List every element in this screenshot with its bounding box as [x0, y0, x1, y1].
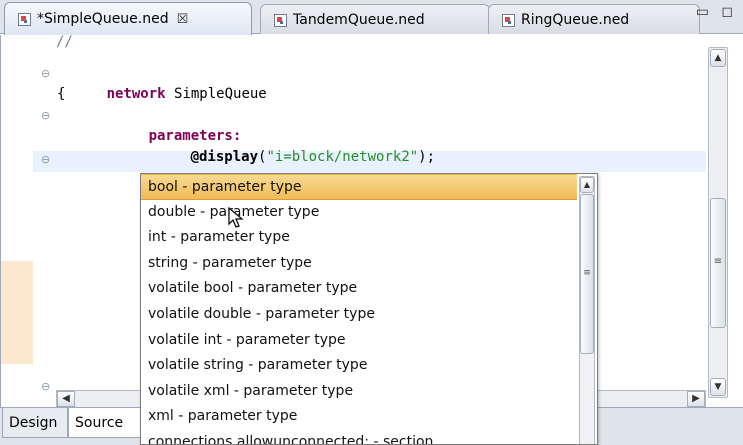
proposal-item[interactable]: bool - parameter type [141, 174, 577, 200]
scroll-up-button[interactable]: ▲ [710, 49, 726, 67]
keyword-network: network [106, 86, 166, 102]
proposal-item[interactable]: volatile int - parameter type [141, 328, 577, 354]
proposal-item[interactable]: int - parameter type [141, 225, 577, 251]
window-controls[interactable]: ▭ ◻ [696, 4, 737, 20]
display-property: @display [190, 149, 259, 165]
paren-close: ); [418, 149, 436, 165]
scroll-thumb[interactable]: ≡ [710, 198, 726, 328]
proposal-item[interactable]: xml - parameter type [141, 404, 577, 430]
tab-ringqueue[interactable]: RingQueue.ned [488, 4, 700, 34]
close-icon[interactable]: ☒ [177, 12, 189, 27]
scroll-thumb[interactable]: ≡ [580, 194, 594, 354]
proposal-item[interactable]: volatile string - parameter type [141, 353, 577, 379]
mouse-pointer-icon [228, 207, 244, 228]
network-name: SimpleQueue [165, 86, 267, 102]
proposal-item[interactable]: volatile xml - parameter type [141, 379, 577, 405]
tab-label: RingQueue.ned [521, 11, 630, 28]
code-line-network: network SimpleQueue [56, 63, 267, 102]
ned-file-icon [17, 12, 31, 26]
fold-collapse-icon[interactable]: ⊖ [41, 380, 50, 393]
proposal-item[interactable]: volatile bool - parameter type [141, 276, 577, 302]
tab-label: *SimpleQueue.ned [37, 11, 169, 27]
code-line-display: @display("i=block/network2"); [140, 126, 435, 165]
vertical-scrollbar[interactable]: ▲ ≡ ▼ [708, 47, 728, 398]
editor-tab-bar: *SimpleQueue.ned ☒ TandemQueue.ned RingQ… [0, 0, 743, 35]
code-line-brace: { [57, 86, 66, 102]
scroll-up-button[interactable]: ▲ [580, 177, 594, 193]
fold-collapse-icon[interactable]: ⊖ [41, 109, 50, 122]
proposal-item[interactable]: volatile double - parameter type [141, 302, 577, 328]
fold-collapse-icon[interactable]: ⊖ [41, 153, 50, 166]
tab-tandemqueue[interactable]: TandemQueue.ned [260, 4, 490, 34]
proposal-item[interactable]: connections allowunconnected: - section [141, 430, 577, 444]
tab-label: TandemQueue.ned [293, 11, 425, 28]
code-line-parameters: parameters: [98, 105, 242, 144]
proposal-scrollbar[interactable]: ▲ ≡ [579, 176, 595, 444]
scroll-down-button[interactable]: ▼ [710, 378, 726, 396]
ned-file-icon [273, 13, 287, 27]
proposal-list[interactable]: bool - parameter type double - parameter… [141, 174, 577, 444]
scroll-left-button[interactable]: ◀ [57, 391, 75, 407]
tab-design[interactable]: Design [2, 408, 68, 438]
proposal-item[interactable]: string - parameter type [141, 251, 577, 277]
code-comment: // [56, 34, 73, 50]
tab-source[interactable]: Source [68, 408, 148, 438]
content-assist-popup[interactable]: bool - parameter type double - parameter… [140, 173, 598, 445]
fold-collapse-icon[interactable]: ⊖ [41, 67, 50, 80]
gutter-highlight [1, 261, 33, 364]
tab-simplequeue[interactable]: *SimpleQueue.ned ☒ [4, 2, 252, 35]
display-string: "i=block/network2" [266, 149, 419, 165]
scroll-right-button[interactable]: ▶ [687, 391, 705, 407]
proposal-item[interactable]: double - parameter type [141, 200, 577, 226]
ned-file-icon [501, 13, 515, 27]
